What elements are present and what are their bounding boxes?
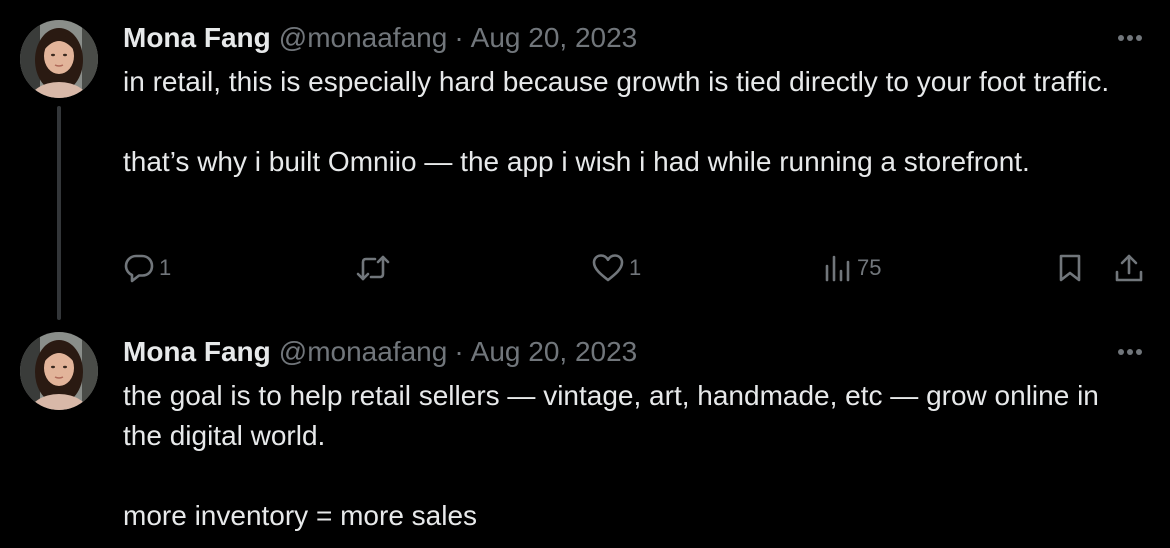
views-button[interactable]: 75 — [823, 248, 881, 288]
tweet-date[interactable]: Aug 20, 2023 — [471, 336, 638, 367]
like-button[interactable]: 1 — [591, 248, 641, 288]
header-separator: · — [454, 336, 464, 367]
author-handle[interactable]: @monaafang — [279, 22, 448, 53]
reply-button[interactable]: 1 — [123, 248, 171, 288]
author-handle[interactable]: @monaafang — [279, 336, 448, 367]
author-name[interactable]: Mona Fang — [123, 22, 271, 53]
heart-icon — [592, 254, 624, 282]
avatar[interactable] — [20, 332, 98, 410]
tweet-text: in retail, this is especially hard becau… — [123, 62, 1143, 182]
more-options-button[interactable] — [1112, 20, 1148, 56]
tweet-header: Mona Fang @monaafang · Aug 20, 2023 — [123, 332, 637, 372]
avatar[interactable] — [20, 20, 98, 98]
more-options-button[interactable] — [1112, 334, 1148, 370]
bar-chart-icon — [825, 255, 850, 282]
share-upload-icon — [1115, 254, 1143, 282]
like-count: 1 — [629, 255, 642, 280]
bookmark-button[interactable] — [1055, 248, 1085, 288]
tweet-text: the goal is to help retail sellers — vin… — [123, 376, 1143, 536]
tweet-actions: 1 1 75 — [123, 248, 1153, 288]
thread-connector-line — [57, 106, 61, 320]
view-count: 75 — [857, 255, 882, 280]
reply-bubble-icon — [124, 254, 154, 283]
reply-count: 1 — [159, 255, 172, 280]
tweet[interactable]: Mona Fang @monaafang · Aug 20, 2023 in reta… — [0, 0, 1170, 320]
tweet-paragraph: the goal is to help retail sellers — vin… — [123, 380, 1099, 451]
tweet-paragraph: more inventory = more sales — [123, 500, 478, 531]
tweet[interactable]: Mona Fang @monaafang · Aug 20, 2023 the goa… — [0, 318, 1170, 548]
tweet-date[interactable]: Aug 20, 2023 — [471, 22, 638, 53]
retweet-arrows-icon — [356, 255, 390, 281]
author-name[interactable]: Mona Fang — [123, 336, 271, 367]
more-horizontal-icon — [1118, 35, 1142, 41]
share-button[interactable] — [1113, 248, 1145, 288]
bookmark-icon — [1059, 254, 1081, 282]
retweet-button[interactable] — [355, 248, 391, 288]
more-horizontal-icon — [1118, 349, 1142, 355]
tweet-header: Mona Fang @monaafang · Aug 20, 2023 — [123, 18, 637, 58]
tweet-paragraph: in retail, this is especially hard becau… — [123, 66, 1110, 97]
tweet-paragraph: that’s why i built Omniio — the app i wi… — [123, 146, 1030, 177]
header-separator: · — [454, 22, 464, 53]
